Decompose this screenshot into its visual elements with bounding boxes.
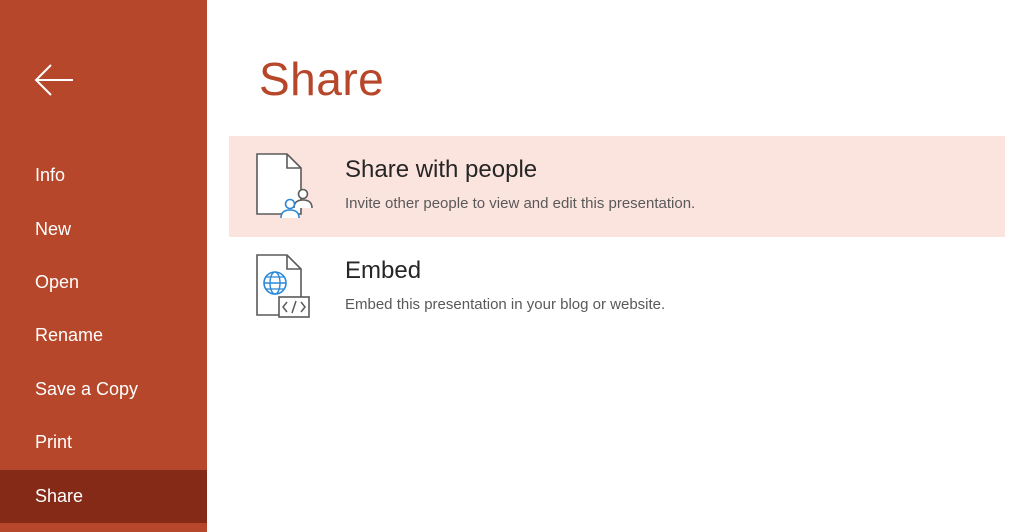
share-with-people-option[interactable]: Share with people Invite other people to… xyxy=(229,136,1005,237)
sidebar-item-save-a-copy[interactable]: Save a Copy xyxy=(0,363,207,416)
embed-icon xyxy=(256,254,310,318)
sidebar-item-share[interactable]: Share xyxy=(0,470,207,523)
share-with-people-description: Invite other people to view and edit thi… xyxy=(345,195,696,212)
share-with-people-icon xyxy=(256,153,313,219)
share-with-people-title: Share with people xyxy=(345,156,538,183)
embed-option[interactable]: Embed Embed this presentation in your bl… xyxy=(229,237,1005,338)
sidebar-item-print[interactable]: Print xyxy=(0,416,207,469)
embed-title: Embed xyxy=(345,257,422,284)
embed-description: Embed this presentation in your blog or … xyxy=(345,296,666,313)
arrow-left-icon xyxy=(34,64,73,96)
main-panel: Share Share with people Invite other peo… xyxy=(207,0,1024,532)
backstage-sidebar: Info New Open Rename Save a Copy Print S… xyxy=(0,0,207,532)
sidebar-item-open[interactable]: Open xyxy=(0,256,207,309)
sidebar-item-info[interactable]: Info xyxy=(0,149,207,202)
app-window: Info New Open Rename Save a Copy Print S… xyxy=(0,0,1024,532)
back-button[interactable] xyxy=(32,58,76,102)
page-title: Share xyxy=(259,53,385,105)
sidebar-item-new[interactable]: New xyxy=(0,203,207,256)
sidebar-item-rename[interactable]: Rename xyxy=(0,309,207,362)
